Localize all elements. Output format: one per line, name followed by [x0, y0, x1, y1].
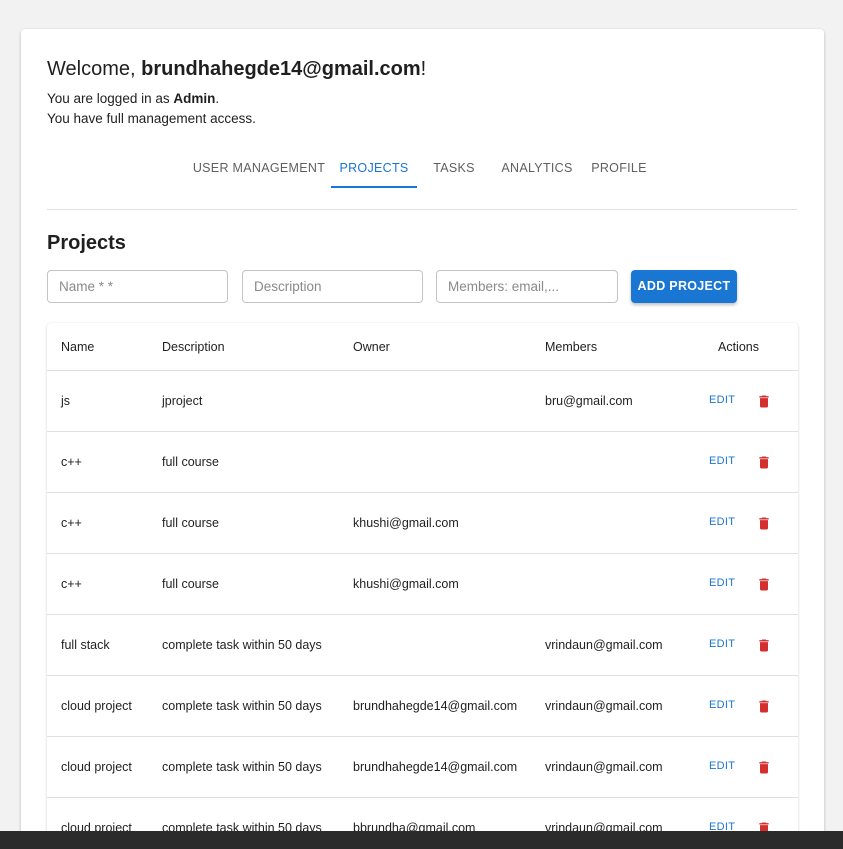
edit-button[interactable]: EDIT: [709, 676, 735, 734]
table-row: c++ full course EDIT: [47, 432, 798, 493]
table-row: c++ full course khushi@gmail.com EDIT: [47, 493, 798, 554]
edit-button[interactable]: EDIT: [709, 554, 735, 612]
table-row: js jproject bru@gmail.com EDIT: [47, 371, 798, 432]
name-input[interactable]: Name * *: [47, 270, 228, 303]
table-row: c++ full course khushi@gmail.com EDIT: [47, 554, 798, 615]
access-line: You have full management access.: [47, 111, 256, 126]
role-badge: Admin: [173, 91, 216, 106]
tabs-divider: [47, 209, 797, 210]
tab-projects[interactable]: PROJECTS: [331, 148, 417, 188]
header-actions: Actions: [718, 340, 759, 354]
role-line: You are logged in as Admin.: [47, 91, 219, 106]
welcome-suffix: !: [420, 58, 427, 80]
header-members: Members: [545, 340, 598, 354]
tab-profile[interactable]: PROFILE: [586, 148, 652, 188]
cell-description: full course: [162, 577, 219, 591]
section-title: Projects: [47, 232, 126, 254]
description-input[interactable]: Description: [242, 270, 423, 303]
cell-name: c++: [61, 577, 82, 591]
cell-owner: khushi@gmail.com: [353, 577, 459, 591]
header-owner: Owner: [353, 340, 390, 354]
tab-bar: USER MANAGEMENT PROJECTS TASKS ANALYTICS…: [21, 148, 824, 188]
trash-icon[interactable]: [756, 393, 772, 410]
cell-owner: brundhahegde14@gmail.com: [353, 699, 518, 713]
cell-owner: brundhahegde14@gmail.com: [353, 760, 518, 774]
tab-user-management[interactable]: USER MANAGEMENT: [190, 148, 328, 188]
tab-tasks[interactable]: TASKS: [422, 148, 486, 188]
header-description: Description: [162, 340, 225, 354]
cell-name: js: [61, 394, 71, 408]
table-header-row: Name Description Owner Members Actions: [47, 323, 798, 371]
cell-name: full stack: [61, 638, 110, 652]
cell-name: cloud project: [61, 760, 132, 774]
cell-name: c++: [61, 516, 82, 530]
projects-table: Name Description Owner Members Actions j…: [47, 323, 798, 849]
trash-icon[interactable]: [756, 698, 772, 715]
role-line-suffix: .: [215, 91, 220, 106]
cell-name: c++: [61, 455, 82, 469]
cell-description: jproject: [162, 394, 203, 408]
edit-button[interactable]: EDIT: [709, 371, 735, 429]
cell-description: full course: [162, 455, 219, 469]
welcome-heading: Welcome, brundhahegde14@gmail.com!: [47, 58, 426, 81]
role-line-prefix: You are logged in as: [47, 91, 174, 106]
table-row: full stack complete task within 50 days …: [47, 615, 798, 676]
header-name: Name: [61, 340, 95, 354]
cell-members: vrindaun@gmail.com: [545, 699, 663, 713]
cell-name: cloud project: [61, 699, 132, 713]
edit-button[interactable]: EDIT: [709, 737, 735, 795]
cell-members: bru@gmail.com: [545, 394, 633, 408]
cell-members: vrindaun@gmail.com: [545, 638, 663, 652]
table-row: cloud project complete task within 50 da…: [47, 676, 798, 737]
trash-icon[interactable]: [756, 576, 772, 593]
cell-members: vrindaun@gmail.com: [545, 760, 663, 774]
trash-icon[interactable]: [756, 759, 772, 776]
cell-owner: khushi@gmail.com: [353, 516, 459, 530]
active-tab-indicator: [331, 186, 417, 188]
edit-button[interactable]: EDIT: [709, 432, 735, 490]
welcome-prefix: Welcome,: [47, 58, 142, 80]
edit-button[interactable]: EDIT: [709, 615, 735, 673]
edit-button[interactable]: EDIT: [709, 493, 735, 551]
cell-description: full course: [162, 516, 219, 530]
trash-icon[interactable]: [756, 637, 772, 654]
cell-description: complete task within 50 days: [162, 638, 322, 652]
welcome-email: brundhahegde14@gmail.com: [141, 58, 421, 80]
table-row: cloud project complete task within 50 da…: [47, 737, 798, 798]
cell-description: complete task within 50 days: [162, 760, 322, 774]
tab-analytics[interactable]: ANALYTICS: [495, 148, 579, 188]
trash-icon[interactable]: [756, 515, 772, 532]
dashboard-card: Welcome, brundhahegde14@gmail.com! You a…: [21, 29, 824, 849]
taskbar: [0, 831, 843, 849]
add-project-button[interactable]: ADD PROJECT: [631, 270, 737, 303]
trash-icon[interactable]: [756, 454, 772, 471]
members-input[interactable]: Members: email,...: [436, 270, 618, 303]
cell-description: complete task within 50 days: [162, 699, 322, 713]
